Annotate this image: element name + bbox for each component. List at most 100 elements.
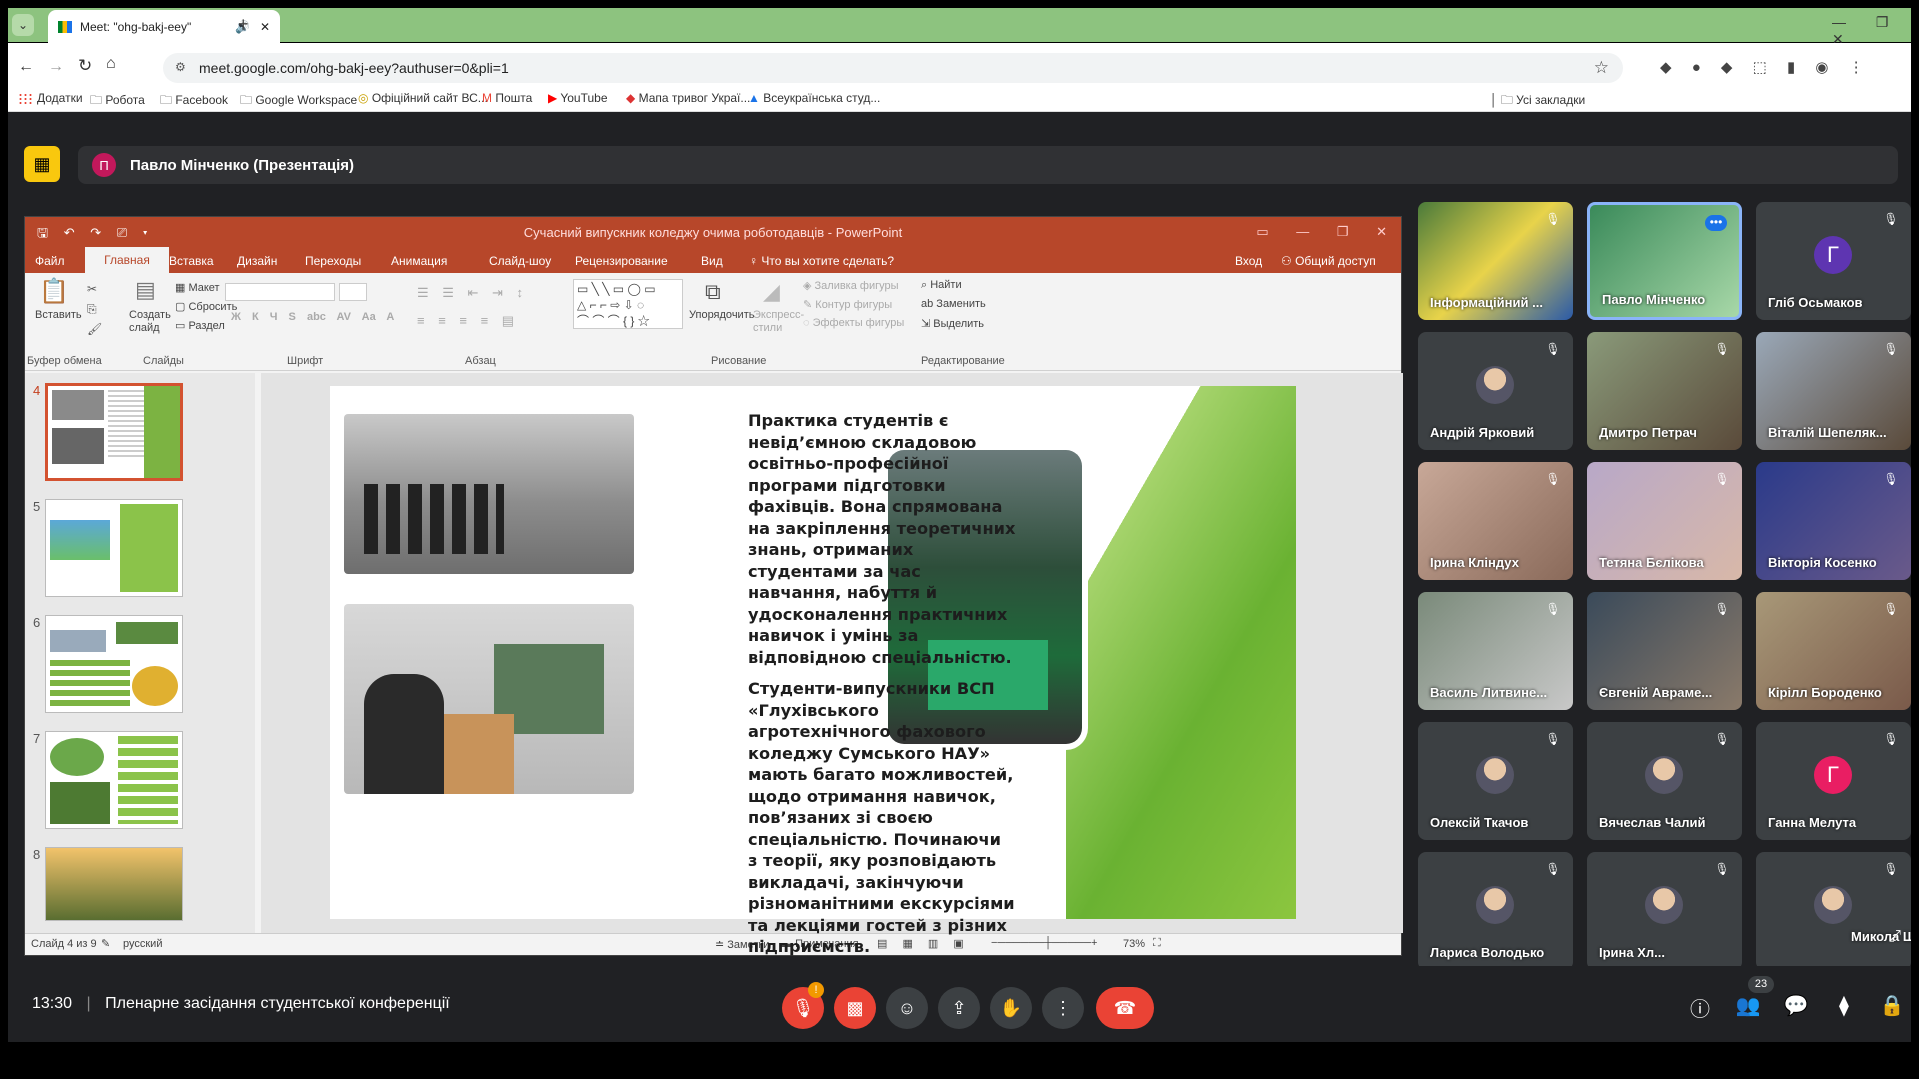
meeting-info-icon[interactable]: ⓘ	[1686, 993, 1714, 1021]
bookmark-link[interactable]: ▲ Всеукраїнська студ...	[748, 91, 880, 105]
ppt-menu-bar: Файл Вставка Дизайн Переходы Анимация Сл…	[25, 247, 1401, 273]
paragraph-icons[interactable]: ☰ ☰ ⇤ ⇥ ↕	[417, 285, 523, 301]
camera-off-icon[interactable]: ▩	[834, 987, 876, 1029]
reset-button[interactable]: ▢ Сбросить	[175, 300, 237, 313]
participant-tile[interactable]: 🎙 Вікторія Косенко	[1756, 462, 1911, 580]
slide-thumbnail-6[interactable]	[45, 615, 183, 713]
new-slide-icon[interactable]: ▤	[135, 277, 156, 303]
participant-tile[interactable]: ••• Павло Мінченко	[1587, 202, 1742, 320]
replace-button[interactable]: ab Заменить	[921, 298, 986, 310]
find-button[interactable]: ⌕ Найти	[921, 279, 962, 292]
participant-tile[interactable]: 🎙 Інформаційний ...	[1418, 202, 1573, 320]
clipboard-small-icons[interactable]: ✂ ⎘ 🖌	[87, 279, 102, 339]
participant-tile[interactable]: 🎙 Євгеній Авраме...	[1587, 592, 1742, 710]
menu-home[interactable]: Главная	[85, 247, 169, 273]
menu-design[interactable]: Дизайн	[237, 254, 277, 268]
tab-search-button[interactable]: ⌄	[12, 14, 34, 36]
emoji-icon[interactable]: ☺	[886, 987, 928, 1029]
presentation-icon[interactable]: ▦	[24, 146, 60, 182]
participant-tile[interactable]: 🎙 Кірілл Бороденко	[1756, 592, 1911, 710]
participant-tile[interactable]: Г 🎙 Ганна Мелута	[1756, 722, 1911, 840]
login-link[interactable]: Вход	[1235, 254, 1262, 268]
shapes-gallery[interactable]: ▭ ╲ ╲ ▭ ◯ ▭ △ ⌐ ⌐ ⇨ ⇩ ◌ ⌒ ⌒ ⌒ { } ☆	[573, 279, 683, 329]
address-bar[interactable]: ⚙ meet.google.com/ohg-bakj-eey?authuser=…	[163, 53, 1623, 83]
raise-hand-icon[interactable]: ✋	[990, 987, 1032, 1029]
share-button[interactable]: ⚇ Общий доступ	[1281, 254, 1376, 268]
site-info-icon[interactable]: ⚙	[175, 60, 186, 74]
bookmark-link[interactable]: ◆ Мапа тривог Украї...	[626, 91, 750, 105]
ppt-window-controls[interactable]: ▭ — ❐ ✕	[1256, 224, 1387, 240]
menu-insert[interactable]: Вставка	[169, 254, 214, 268]
people-icon[interactable]: 👥	[1734, 993, 1762, 1021]
tell-me-box[interactable]: ♀ Что вы хотите сделать?	[749, 254, 894, 268]
font-format-icons[interactable]: Ж К Ч S abc AV Aa A	[231, 311, 394, 323]
new-tab-button[interactable]: +	[238, 14, 249, 35]
menu-review[interactable]: Рецензирование	[575, 254, 668, 268]
select-button[interactable]: ⇲ Выделить	[921, 317, 984, 330]
participant-tile[interactable]: 🎙 Дмитро Петрач	[1587, 332, 1742, 450]
all-bookmarks[interactable]: │ 🗀 Усі закладки	[1490, 91, 1585, 112]
shape-effects-button[interactable]: ◌ Эффекты фигуры	[803, 317, 904, 329]
participant-tile[interactable]: 🎙 Тетяна Бєлікова	[1587, 462, 1742, 580]
leave-call-icon[interactable]: ☎	[1096, 987, 1154, 1029]
chat-icon[interactable]: 💬	[1782, 993, 1810, 1021]
quick-styles-icon[interactable]: ◢	[763, 279, 780, 305]
bookmark-star-icon[interactable]: ☆	[1594, 58, 1609, 78]
participant-tile[interactable]: 🎙 Андрій Ярковий	[1418, 332, 1573, 450]
present-screen-icon[interactable]: ⇪	[938, 987, 980, 1029]
menu-slideshow[interactable]: Слайд-шоу	[489, 254, 551, 268]
new-slide-button[interactable]: Создать слайд	[129, 309, 175, 335]
bookmark-folder[interactable]: 🗀 Google Workspace	[240, 91, 357, 112]
participant-tile[interactable]: 🎙 Лариса Володько	[1418, 852, 1573, 970]
extension-icons[interactable]: ◆ ● ◆ ⬚ ▮ ◉ ⋮	[1660, 58, 1864, 76]
slide-thumbnail-7[interactable]	[45, 731, 183, 829]
tab-close-icon[interactable]: ✕	[260, 20, 270, 34]
menu-file[interactable]: Файл	[35, 254, 65, 268]
font-name-field[interactable]	[225, 283, 335, 301]
muted-mic-icon: 🎙	[1883, 212, 1899, 226]
home-icon[interactable]: ⌂	[106, 55, 116, 73]
host-controls-icon[interactable]: 🔒	[1878, 993, 1906, 1021]
menu-transitions[interactable]: Переходы	[305, 254, 361, 268]
bookmark-apps[interactable]: Додатки	[18, 91, 83, 105]
layout-button[interactable]: ▦ Макет	[175, 281, 220, 294]
participant-tile[interactable]: 🎙 Ірина Кліндух	[1418, 462, 1573, 580]
bookmark-folder[interactable]: 🗀 Facebook	[160, 91, 228, 112]
align-icons[interactable]: ≡ ≡ ≡ ≡ ▤	[417, 313, 514, 329]
arrange-icon[interactable]: ⧉	[705, 279, 721, 305]
spell-check-icon[interactable]: ✎	[101, 937, 110, 950]
paste-icon[interactable]: 📋	[39, 277, 69, 306]
participant-tile[interactable]: 🎙 Ірина Хл...	[1587, 852, 1742, 970]
font-size-field[interactable]	[339, 283, 367, 301]
bookmark-link[interactable]: ◎ Офіційний сайт ВС...	[358, 91, 488, 105]
participant-tile[interactable]: Г 🎙 Гліб Осьмаков	[1756, 202, 1911, 320]
participant-tile[interactable]: 🎙 Вячеслав Чалий	[1587, 722, 1742, 840]
slide-thumbnail-4[interactable]	[45, 383, 183, 481]
shape-outline-button[interactable]: ✎ Контур фигуры	[803, 298, 892, 311]
slide-thumbnail-5[interactable]	[45, 499, 183, 597]
arrange-button[interactable]: Упорядочить	[689, 309, 754, 321]
back-icon[interactable]: ←	[18, 58, 34, 76]
menu-view[interactable]: Вид	[701, 254, 723, 268]
bookmark-folder[interactable]: 🗀 Робота	[90, 91, 145, 112]
section-button[interactable]: ▭ Раздел	[175, 319, 225, 332]
expand-icon[interactable]: ⤢	[1888, 928, 1901, 946]
zoom-level[interactable]: 73%	[1123, 938, 1145, 950]
participant-tile[interactable]: 🎙 Віталій Шепеляк...	[1756, 332, 1911, 450]
forward-icon[interactable]: →	[48, 58, 64, 76]
participant-tile[interactable]: 🎙 Микола Швецов⤢	[1756, 852, 1911, 970]
slide-thumbnail-8[interactable]	[45, 847, 183, 921]
activities-icon[interactable]: ⧫	[1830, 993, 1858, 1021]
menu-animation[interactable]: Анимация	[391, 254, 447, 268]
participant-tile[interactable]: 🎙 Олексій Ткачов	[1418, 722, 1573, 840]
participant-tile[interactable]: 🎙 Василь Литвине...	[1418, 592, 1573, 710]
fit-slide-icon[interactable]: ⛶	[1153, 937, 1161, 950]
quick-styles-button[interactable]: Экспресс-стили	[753, 309, 805, 335]
shape-fill-button[interactable]: ◈ Заливка фигуры	[803, 279, 899, 292]
paste-button[interactable]: Вставить	[35, 309, 82, 321]
bookmark-youtube[interactable]: ▶ YouTube	[548, 91, 608, 105]
reload-icon[interactable]: ↻	[78, 56, 92, 76]
more-options-icon[interactable]: ⋮	[1042, 987, 1084, 1029]
bookmark-gmail[interactable]: M Пошта	[482, 91, 532, 105]
quick-access-icons[interactable]: 🖫 ↶ ↷ ⎚ ▾	[37, 224, 148, 246]
